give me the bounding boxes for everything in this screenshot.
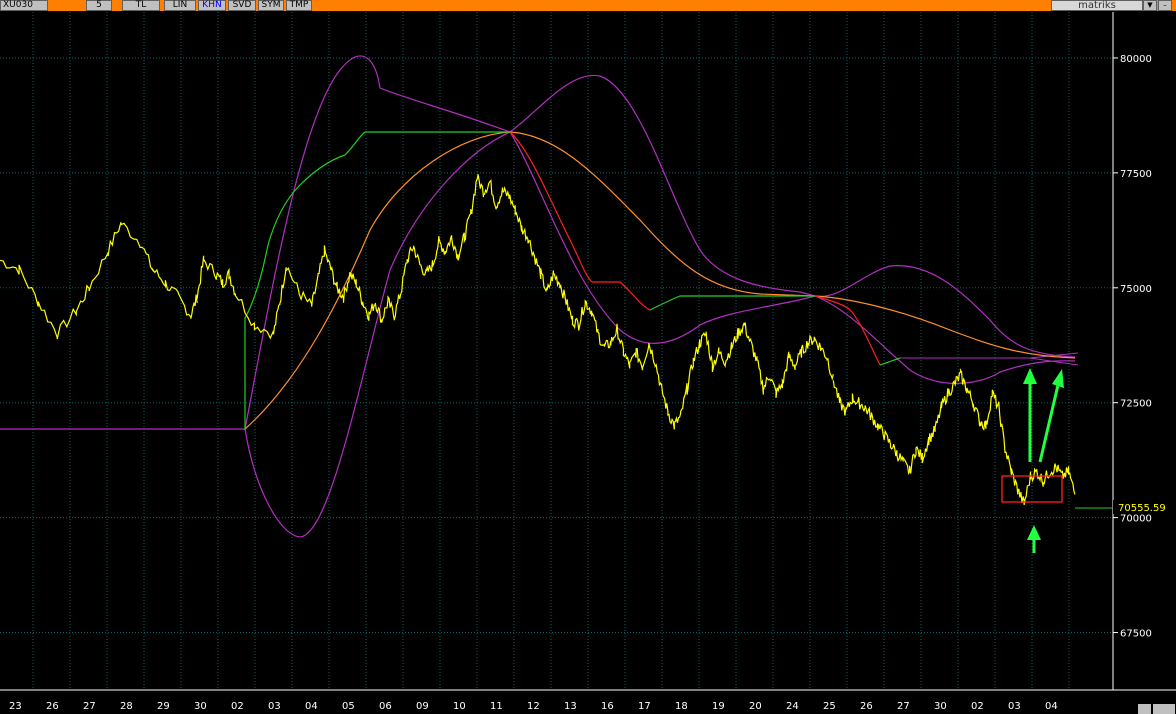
x-tick-label: 19: [712, 701, 725, 712]
green-trend-line-3: [879, 357, 901, 366]
purple-envelope-upper-3: [814, 265, 1076, 358]
y-tick-label: 77500: [1120, 169, 1152, 180]
x-tick-label: 05: [342, 701, 355, 712]
x-tick-label: 27: [897, 701, 910, 712]
x-tick-label: 25: [823, 701, 836, 712]
y-tick-label: 70000: [1120, 514, 1152, 525]
x-tick-label: 26: [860, 701, 873, 712]
y-tick-label: 75000: [1120, 284, 1152, 295]
x-tick-label: 10: [453, 701, 466, 712]
x-tick-label: 23: [9, 701, 22, 712]
x-tick-label: 27: [83, 701, 96, 712]
x-tick-label: 26: [46, 701, 59, 712]
x-tick-label: 29: [157, 701, 170, 712]
purple-envelope-lower-3: [814, 295, 1076, 384]
last-price-label: 70555.59: [1118, 503, 1166, 514]
x-tick-label: 03: [268, 701, 281, 712]
red-trend-line: [509, 131, 651, 311]
y-tick-label: 80000: [1120, 54, 1152, 65]
y-tick-label: 72500: [1120, 399, 1152, 410]
purple-envelope-upper-1: [244, 55, 511, 430]
up-arrow-icon: [1027, 525, 1041, 553]
purple-envelope-lower-1: [244, 131, 511, 538]
x-tick-label: 17: [638, 701, 651, 712]
indicator-layer: [0, 55, 1112, 538]
x-tick-label: 16: [601, 701, 614, 712]
x-tick-label: 30: [934, 701, 947, 712]
y-tick-label: 67500: [1120, 629, 1152, 640]
x-tick-label: 13: [564, 701, 577, 712]
x-tick-label: 24: [786, 701, 799, 712]
x-tick-label: 30: [194, 701, 207, 712]
up-arrow-icon: [1023, 368, 1037, 462]
x-tick-label: 04: [1045, 701, 1058, 712]
price-line: [0, 174, 1076, 506]
x-tick-label: 09: [416, 701, 429, 712]
x-tick-label: 04: [305, 701, 318, 712]
up-arrow-icon: [1038, 369, 1064, 463]
grid-layer: [0, 12, 1113, 690]
x-tick-label: 02: [231, 701, 244, 712]
corner-icon[interactable]: [1138, 704, 1175, 714]
x-tick-label: 03: [1008, 701, 1021, 712]
x-tick-label: 20: [749, 701, 762, 712]
x-tick-label: 12: [527, 701, 540, 712]
green-trend-line-2: [649, 295, 815, 311]
x-tick-label: 02: [971, 701, 984, 712]
x-tick-label: 28: [120, 701, 133, 712]
price-chart[interactable]: 70555.59 23 26 27 28 29 30 02 03 04 05 06 09 10 11 12 1…: [0, 0, 1176, 714]
x-tick-label: 11: [490, 701, 503, 712]
x-tick-label: 06: [379, 701, 392, 712]
x-tick-label: 18: [675, 701, 688, 712]
price-series-layer: [0, 174, 1076, 506]
annotation-layer: [1001, 368, 1064, 553]
